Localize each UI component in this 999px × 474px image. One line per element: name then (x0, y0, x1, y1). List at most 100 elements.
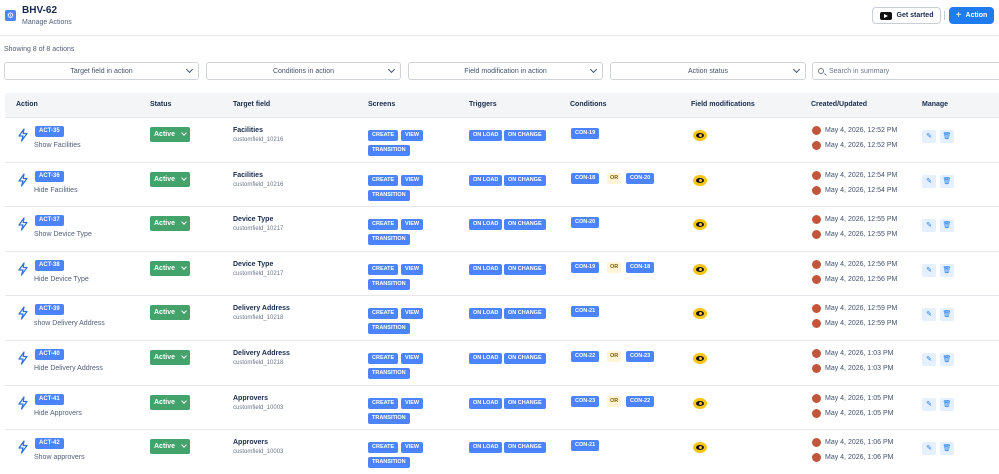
condition-tag[interactable]: CON-23 (571, 395, 600, 407)
column-header-manage[interactable]: Manage (922, 101, 948, 108)
column-header-status[interactable]: Status (150, 101, 171, 108)
lightning-bolt-icon (16, 351, 30, 365)
edit-icon[interactable]: ✎ (922, 219, 936, 233)
status-dropdown[interactable]: Active (150, 127, 190, 142)
lightning-bolt-icon (16, 262, 30, 276)
updated-date: May 4, 2026, 12:52 PM (825, 142, 898, 149)
search-input[interactable]: Search in summary (812, 62, 999, 80)
created-date: May 4, 2026, 12:52 PM (825, 127, 898, 134)
action-name: Hide Approvers (34, 409, 82, 417)
eye-icon[interactable] (693, 442, 707, 454)
table-row[interactable]: ACT-40 Hide Delivery Address Active Deliver… (5, 341, 999, 386)
status-dropdown[interactable]: Active (150, 349, 190, 365)
trash-icon[interactable]: 🗑 (940, 130, 954, 143)
settings-icon[interactable]: ⚙ (5, 10, 16, 21)
trash-icon[interactable]: 🗑 (940, 174, 954, 188)
chevron-down-icon (181, 174, 187, 181)
status-dropdown[interactable]: Active (150, 260, 190, 276)
status-dropdown[interactable]: Active (150, 305, 190, 321)
edit-icon[interactable]: ✎ (922, 130, 936, 143)
status-dropdown[interactable]: Active (150, 394, 190, 410)
action-id-badge[interactable]: ACT-35 (35, 126, 64, 137)
table-row[interactable]: ACT-37 Show Device Type Active Device Type c… (5, 207, 999, 252)
table-row[interactable]: ACT-35 Show Facilities Active Facilities cus… (5, 118, 999, 163)
status-dropdown[interactable]: Active (150, 439, 190, 455)
chevron-down-icon (181, 219, 187, 226)
target-field-id: customfield_10218 (233, 359, 284, 366)
trash-icon[interactable]: 🗑 (940, 397, 954, 411)
column-header-action[interactable]: Action (16, 101, 38, 108)
trash-icon[interactable]: 🗑 (940, 219, 954, 233)
column-header-field-modifications[interactable]: Field modifications (691, 101, 755, 108)
action-id-badge[interactable]: ACT-37 (35, 215, 64, 227)
table-row[interactable]: ACT-36 Hide Facilities Active Facilities cus… (5, 163, 999, 208)
trash-icon[interactable]: 🗑 (940, 442, 954, 456)
conditions-filter-label: Conditions in action (272, 67, 335, 75)
add-action-button[interactable]: + Action (949, 7, 994, 24)
trigger-tag-on-load: ON LOAD (469, 308, 503, 320)
action-status-filter[interactable]: Action status (610, 62, 806, 80)
action-id-badge[interactable]: ACT-36 (35, 170, 64, 182)
condition-tag[interactable]: CON-21 (571, 440, 600, 452)
edit-icon[interactable]: ✎ (922, 263, 936, 277)
table-row[interactable]: ACT-39 show Delivery Address Active Deliver… (5, 296, 999, 341)
condition-tag[interactable]: CON-23 (626, 350, 655, 362)
screen-tag-transition: TRANSITION (368, 323, 410, 335)
screen-tag-transition: TRANSITION (368, 234, 410, 246)
field-modification-filter[interactable]: Field modification in action (408, 62, 603, 80)
action-id-badge[interactable]: ACT-41 (35, 393, 64, 405)
column-header-triggers[interactable]: Triggers (469, 101, 497, 108)
eye-icon[interactable] (693, 219, 707, 231)
condition-tag[interactable]: CON-19 (571, 128, 600, 139)
eye-icon[interactable] (693, 308, 707, 320)
get-started-label: Get started (896, 12, 934, 19)
condition-tag[interactable]: CON-18 (571, 172, 600, 184)
edit-icon[interactable]: ✎ (922, 397, 936, 411)
eye-icon[interactable] (693, 174, 707, 186)
trash-icon[interactable]: 🗑 (940, 263, 954, 277)
trash-icon[interactable]: 🗑 (940, 352, 954, 366)
action-id-badge[interactable]: ACT-38 (35, 259, 64, 271)
edit-icon[interactable]: ✎ (922, 308, 936, 322)
column-header-created-updated[interactable]: Created/Updated (811, 101, 867, 108)
chevron-down-icon (792, 65, 801, 74)
action-id-badge[interactable]: ACT-42 (35, 438, 64, 450)
action-id-badge[interactable]: ACT-39 (35, 304, 64, 316)
condition-tag[interactable]: CON-19 (571, 261, 600, 273)
edit-icon[interactable]: ✎ (922, 442, 936, 456)
screen-tag-view: VIEW (401, 219, 424, 231)
condition-tag[interactable]: CON-20 (571, 217, 600, 229)
get-started-button[interactable]: Get started (872, 7, 941, 24)
condition-tag[interactable]: CON-20 (626, 172, 655, 184)
table-row[interactable]: ACT-38 Hide Device Type Active Device Type c… (5, 252, 999, 297)
column-header-screens[interactable]: Screens (368, 101, 395, 108)
conditions-filter[interactable]: Conditions in action (206, 62, 401, 80)
table-row[interactable]: ACT-41 Hide Approvers Active Approvers custo… (5, 386, 999, 431)
status-dropdown[interactable]: Active (150, 171, 190, 187)
eye-icon[interactable] (693, 397, 707, 409)
condition-tag[interactable]: CON-21 (571, 306, 600, 318)
table-row[interactable]: ACT-42 Show approvers Active Approvers custo… (5, 430, 999, 474)
trigger-tag-on-load: ON LOAD (469, 352, 503, 364)
avatar (812, 348, 821, 358)
column-header-target-field[interactable]: Target field (233, 101, 270, 108)
chevron-down-icon (181, 263, 187, 270)
status-dropdown[interactable]: Active (150, 216, 190, 232)
edit-icon[interactable]: ✎ (922, 352, 936, 366)
column-header-conditions[interactable]: Conditions (570, 101, 607, 108)
condition-tag[interactable]: CON-22 (571, 350, 600, 362)
status-label: Active (154, 309, 176, 317)
action-name: Show Facilities (34, 142, 81, 149)
target-field-filter[interactable]: Target field in action (4, 62, 199, 80)
edit-icon[interactable]: ✎ (922, 174, 936, 188)
created-date: May 4, 2026, 1:03 PM (825, 349, 894, 357)
trigger-tag-on-change: ON CHANGE (504, 397, 546, 409)
action-id-badge[interactable]: ACT-40 (35, 348, 64, 360)
condition-tag[interactable]: CON-18 (626, 261, 655, 273)
condition-tag[interactable]: CON-22 (626, 395, 655, 407)
eye-icon[interactable] (693, 352, 707, 364)
trash-icon[interactable]: 🗑 (940, 308, 954, 322)
eye-icon[interactable] (693, 263, 707, 275)
eye-icon[interactable] (693, 130, 707, 141)
updated-date: May 4, 2026, 12:56 PM (825, 275, 898, 283)
